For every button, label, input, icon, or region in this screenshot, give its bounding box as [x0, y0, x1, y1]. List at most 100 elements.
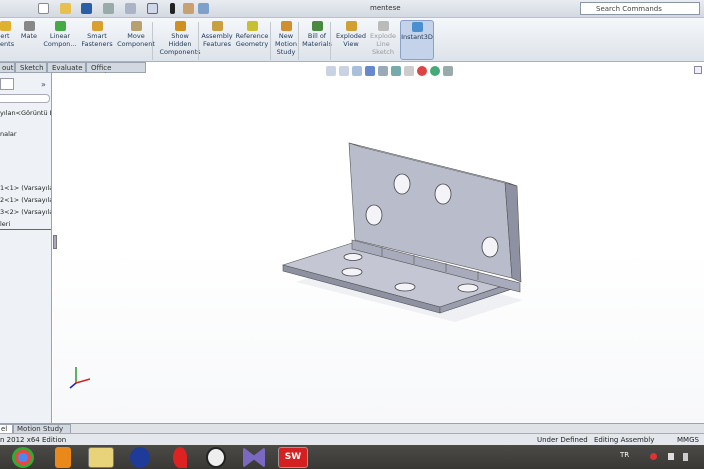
tab-evaluate[interactable]: Evaluate: [47, 62, 86, 73]
tree-item[interactable]: 3<2> (Varsayılan: [0, 208, 51, 216]
linear-component-pattern-icon: [54, 21, 66, 31]
separator: [330, 22, 331, 60]
power-tray-icon[interactable]: [683, 453, 688, 461]
tab-office-products[interactable]: Office Products: [86, 62, 146, 80]
new-document-icon[interactable]: [38, 3, 49, 14]
move-component-icon: [130, 21, 142, 31]
select-icon[interactable]: [147, 3, 158, 14]
chrome-icon[interactable]: [12, 447, 34, 468]
smart-fasteners-icon: [91, 21, 103, 31]
explorer-icon[interactable]: [88, 447, 114, 468]
tree-item[interactable]: yılan<Görüntü D: [0, 109, 51, 117]
exploded-view-button[interactable]: Exploded View: [334, 20, 368, 48]
tree-item[interactable]: leri: [0, 220, 10, 228]
view-settings-icon[interactable]: [443, 66, 453, 76]
button-label: Move Component: [117, 32, 155, 48]
linear-component-pattern-button[interactable]: Linear Compon...: [42, 20, 78, 48]
open-icon[interactable]: [60, 3, 71, 14]
status-bar: n 2012 x64 Edition Under Defined Editing…: [0, 433, 704, 445]
instant3d-button[interactable]: Instant3D: [400, 20, 434, 60]
window-title: mentese: [370, 4, 401, 12]
hinge-model[interactable]: [53, 73, 704, 423]
button-label: Linear Compon...: [43, 32, 77, 48]
rollback-bar[interactable]: [0, 229, 51, 230]
restore-view-icon[interactable]: [694, 66, 702, 74]
save-icon[interactable]: [81, 3, 92, 14]
tree-item[interactable]: nalar: [0, 130, 17, 138]
separator: [270, 22, 271, 60]
tab-layout[interactable]: out: [0, 62, 15, 73]
explode-line-sketch-button[interactable]: Explode Line Sketch: [368, 20, 398, 56]
previous-view-icon[interactable]: [352, 66, 362, 76]
tree-filter-input[interactable]: [0, 94, 50, 103]
edition-text: n 2012 x64 Edition: [0, 436, 67, 444]
print-icon[interactable]: [103, 3, 114, 14]
insert-components-button[interactable]: ert nents: [0, 20, 16, 48]
undo-icon[interactable]: [125, 3, 136, 14]
taskbar: SW TR: [0, 445, 704, 469]
reference-geometry-button[interactable]: Reference Geometry: [234, 20, 270, 48]
heads-up-toolbar: [326, 66, 456, 78]
rebuild-icon[interactable]: [170, 3, 175, 14]
file-properties-icon[interactable]: [183, 3, 194, 14]
assembly-features-button[interactable]: Assembly Features: [200, 20, 234, 48]
tree-item[interactable]: 1<1> (Varsayılan: [0, 184, 51, 192]
search-commands-input[interactable]: Search Commands: [580, 2, 700, 15]
show-hidden-components-icon: [174, 21, 186, 31]
button-label: ert nents: [0, 32, 15, 48]
info-app-icon[interactable]: [130, 447, 150, 468]
appearance-icon[interactable]: [417, 66, 427, 76]
hide-show-icon[interactable]: [404, 66, 414, 76]
editing-status: Editing Assembly: [594, 436, 655, 444]
media-player-icon[interactable]: [55, 447, 71, 468]
section-view-icon[interactable]: [365, 66, 375, 76]
view-orientation-icon[interactable]: [378, 66, 388, 76]
scene-icon[interactable]: [430, 66, 440, 76]
security-tray-icon[interactable]: [650, 453, 657, 460]
show-hidden-components-button[interactable]: Show Hidden Components: [158, 20, 202, 56]
units-status[interactable]: MMGS: [677, 436, 699, 444]
assembly-features-icon: [211, 21, 223, 31]
language-indicator[interactable]: TR: [620, 451, 629, 459]
move-component-button[interactable]: Move Component: [116, 20, 156, 48]
bill-of-materials-button[interactable]: Bill of Materials: [300, 20, 334, 48]
title-bar: mentese Search Commands: [0, 0, 704, 18]
exploded-view-icon: [345, 21, 357, 31]
explode-line-sketch-icon: [377, 21, 389, 31]
zoom-to-fit-icon[interactable]: [326, 66, 336, 76]
button-label: Mate: [20, 32, 38, 40]
solidworks-icon[interactable]: SW: [278, 447, 308, 468]
definition-status: Under Defined: [537, 436, 588, 444]
command-tabs: out Sketch Evaluate Office Products: [0, 62, 150, 80]
smart-fasteners-button[interactable]: Smart Fasteners: [80, 20, 114, 48]
tab-sketch[interactable]: Sketch: [15, 62, 47, 73]
display-style-icon[interactable]: [391, 66, 401, 76]
flag-tray-icon[interactable]: [668, 453, 674, 460]
panel-tab[interactable]: [0, 78, 14, 90]
new-motion-study-button[interactable]: New Motion Study: [272, 20, 300, 56]
button-label: Bill of Materials: [302, 32, 332, 48]
button-label: Instant3D: [401, 33, 433, 41]
separator: [198, 22, 199, 60]
button-label: Exploded View: [335, 32, 367, 48]
clock-icon[interactable]: [206, 447, 226, 468]
reference-geometry-icon: [246, 21, 258, 31]
options-icon[interactable]: [198, 3, 209, 14]
button-label: Smart Fasteners: [81, 32, 113, 48]
visual-studio-icon[interactable]: [243, 447, 265, 468]
graphics-area[interactable]: [53, 73, 704, 423]
button-label: Reference Geometry: [235, 32, 269, 48]
mate-button[interactable]: Mate: [18, 20, 40, 40]
triad-icon: [69, 367, 91, 389]
instant3d-icon: [411, 22, 423, 32]
expand-button[interactable]: »: [41, 80, 46, 89]
zoom-area-icon[interactable]: [339, 66, 349, 76]
bottom-tabs: el Motion Study 1: [0, 423, 704, 441]
button-label: New Motion Study: [274, 32, 298, 56]
command-manager: ert nents Mate Linear Compon...Smart Faste…: [0, 18, 704, 62]
feature-manager-tree: » yılan<Görüntü D nalar 1<1> (Varsayılan…: [0, 73, 52, 423]
separator: [152, 22, 153, 60]
tree-item[interactable]: 2<1> (Varsayılan: [0, 196, 51, 204]
panel-splitter-handle[interactable]: [53, 235, 57, 249]
pin-icon[interactable]: [173, 447, 187, 468]
